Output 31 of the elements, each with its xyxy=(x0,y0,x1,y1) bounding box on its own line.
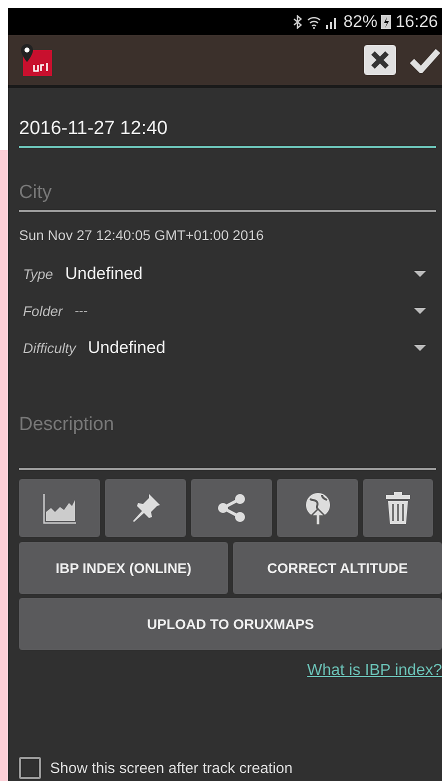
action-button[interactable]: CORRECT ALTITUDE xyxy=(233,542,442,594)
battery-icon xyxy=(381,14,392,29)
battery-percent: 82% xyxy=(343,12,378,32)
city-field[interactable]: City xyxy=(19,178,436,212)
date-text: Sun Nov 27 12:40:05 GMT+01:00 2016 xyxy=(19,227,265,243)
action-button[interactable]: IBP INDEX (ONLINE) xyxy=(19,542,228,594)
chart-button[interactable] xyxy=(19,479,100,537)
chart-icon xyxy=(42,492,76,524)
trash-button[interactable] xyxy=(363,479,433,537)
upload-button[interactable]: UPLOAD TO ORUXMAPS xyxy=(19,598,442,650)
help-link[interactable]: What is IBP index? xyxy=(307,662,442,680)
confirm-button[interactable] xyxy=(410,47,440,73)
dropdown-caret-icon xyxy=(414,308,426,314)
show-screen-checkbox[interactable]: Show this screen after track creation xyxy=(19,757,442,779)
dropdown-caret-icon xyxy=(414,270,426,276)
clock-time: 16:26 xyxy=(395,12,438,32)
app-logo-icon xyxy=(20,44,52,76)
wifi-icon xyxy=(307,14,322,28)
dropdown[interactable]: Folder --- xyxy=(19,292,442,329)
trash-icon xyxy=(386,492,410,524)
close-button[interactable] xyxy=(364,45,396,75)
dropdown[interactable]: Type Undefined xyxy=(19,255,442,292)
dropdown-caret-icon xyxy=(414,344,426,350)
pin-button[interactable] xyxy=(105,479,186,537)
track-name-field[interactable]: 2016-11-27 12:40 xyxy=(19,114,436,148)
globe-button[interactable] xyxy=(277,479,358,537)
share-icon xyxy=(216,492,248,524)
share-button[interactable] xyxy=(191,479,272,537)
dropdown[interactable]: Difficulty Undefined xyxy=(19,329,442,366)
bluetooth-icon xyxy=(293,14,304,28)
description-field[interactable]: Description xyxy=(19,410,436,470)
